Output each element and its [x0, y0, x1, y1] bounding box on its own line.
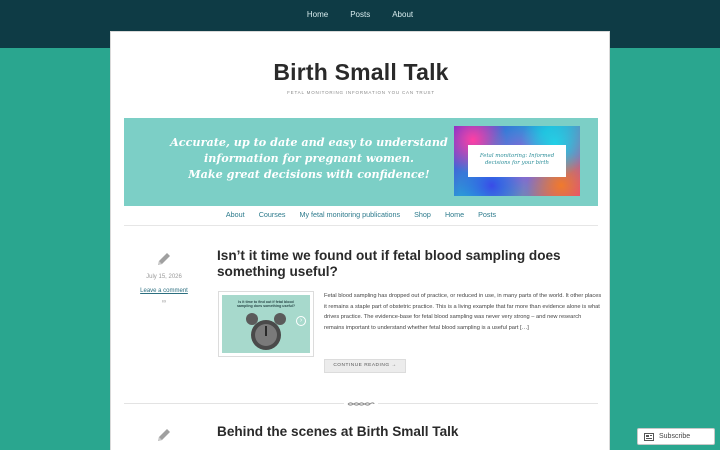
- page-container: Birth Small Talk FETAL MONITORING INFORM…: [110, 31, 610, 450]
- top-nav-posts[interactable]: Posts: [350, 10, 370, 19]
- post-excerpt: Fetal blood sampling has dropped out of …: [324, 293, 602, 331]
- nav-about[interactable]: About: [226, 210, 245, 219]
- banner-line: information for pregnant women.: [204, 151, 414, 165]
- alarm-clock-icon: [246, 313, 286, 350]
- divider-line: [378, 403, 598, 404]
- top-navigation: Home Posts About: [0, 10, 720, 19]
- permalink-icon[interactable]: ∞: [129, 299, 199, 305]
- post-title[interactable]: Behind the scenes at Birth Small Talk: [217, 424, 577, 440]
- main-navigation: About Courses My fetal monitoring public…: [124, 210, 598, 226]
- pencil-icon: [158, 429, 170, 441]
- nav-courses[interactable]: Courses: [259, 210, 286, 219]
- post-date: July 15, 2026: [146, 274, 182, 280]
- nav-home[interactable]: Home: [445, 210, 464, 219]
- post-title[interactable]: Isn’t it time we found out if fetal bloo…: [217, 248, 577, 280]
- subscribe-label: Subscribe: [659, 433, 691, 440]
- nav-posts[interactable]: Posts: [478, 210, 496, 219]
- banner-text: Accurate, up to date and easy to underst…: [164, 134, 454, 182]
- site-title[interactable]: Birth Small Talk: [111, 59, 611, 86]
- top-nav-home[interactable]: Home: [307, 10, 328, 19]
- reader-icon: [644, 432, 654, 441]
- divider-line: [124, 403, 344, 404]
- thumbnail-image: Is it time to find out if fetal blood sa…: [222, 295, 310, 353]
- thumbnail-caption: Is it time to find out if fetal blood sa…: [236, 300, 296, 309]
- leave-comment-link[interactable]: Leave a comment: [129, 288, 199, 294]
- banner-artwork: Fetal monitoring: Informed decisions for…: [454, 126, 580, 196]
- continue-reading-button[interactable]: CONTINUE READING →: [324, 359, 406, 373]
- top-nav-about[interactable]: About: [392, 10, 413, 19]
- pencil-icon: [158, 253, 170, 265]
- banner-line: Make great decisions with confidence!: [188, 167, 430, 181]
- post-thumbnail[interactable]: Is it time to find out if fetal blood sa…: [218, 291, 314, 357]
- header-banner[interactable]: Accurate, up to date and easy to underst…: [124, 118, 598, 206]
- subscribe-button[interactable]: Subscribe: [637, 428, 715, 445]
- site-tagline: FETAL MONITORING INFORMATION YOU CAN TRU…: [287, 90, 435, 95]
- banner-line: Accurate, up to date and easy to underst…: [170, 135, 448, 149]
- ornament-icon: [347, 402, 375, 406]
- post-divider: [124, 399, 598, 409]
- arrow-right-icon: ›: [296, 316, 306, 326]
- nav-shop[interactable]: Shop: [414, 210, 431, 219]
- banner-card-text: Fetal monitoring: Informed decisions for…: [468, 145, 566, 177]
- nav-publications[interactable]: My fetal monitoring publications: [299, 210, 400, 219]
